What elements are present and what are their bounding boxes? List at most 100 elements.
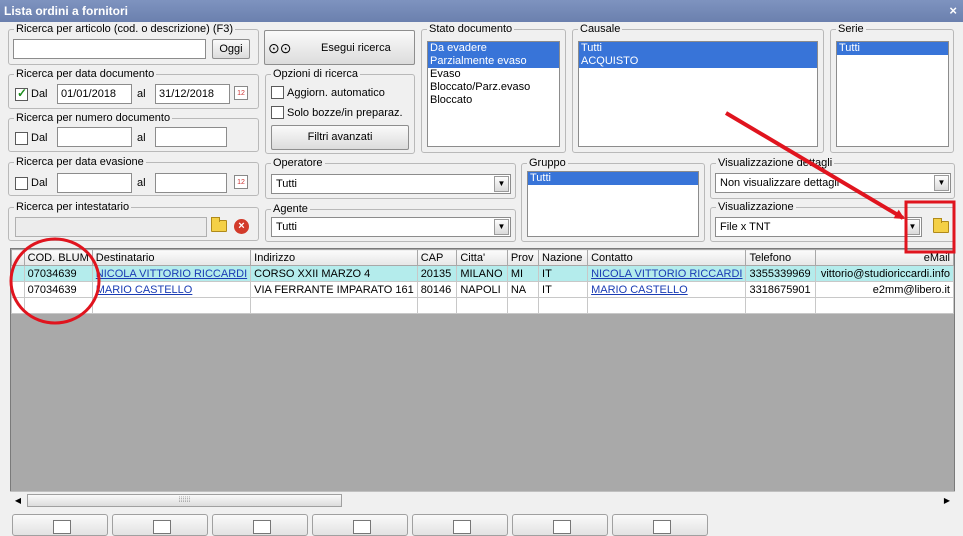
today-button[interactable]: Oggi <box>212 39 250 59</box>
search-evasion-from-label: Dal <box>31 177 48 189</box>
close-icon[interactable]: × <box>949 0 957 22</box>
cell[interactable]: 3355339969 <box>745 265 817 282</box>
chevron-down-icon[interactable]: ▼ <box>494 219 509 235</box>
scroll-left-icon[interactable]: ◀ <box>10 493 26 508</box>
table-row[interactable]: 07034639 MARIO CASTELLO VIA FERRANTE IMP… <box>11 281 954 298</box>
auto-update-checkbox[interactable] <box>271 86 284 99</box>
cell[interactable]: MI <box>506 265 540 282</box>
col-header[interactable]: Prov <box>506 249 540 266</box>
cell[interactable]: NAPOLI <box>456 281 508 298</box>
detail-view-select[interactable]: Non visualizzare dettagli ▼ <box>715 173 951 193</box>
execute-search-label: Esegui ricerca <box>321 42 391 54</box>
cell-link[interactable]: NICOLA VITTORIO RICCARDI <box>91 265 252 282</box>
document-status-list[interactable]: Da evadere Parzialmente evaso Evaso Bloc… <box>427 41 560 147</box>
group-group: Gruppo Tutti <box>521 157 705 242</box>
status-item[interactable]: Bloccato/Parz.evaso <box>428 81 559 94</box>
calendar-icon[interactable]: 12 <box>234 86 248 100</box>
row-selector[interactable] <box>11 297 25 314</box>
view-select[interactable]: File x TNT ▼ <box>715 217 922 237</box>
causale-label: Causale <box>578 23 623 36</box>
search-evasion-checkbox[interactable] <box>15 177 28 190</box>
col-header[interactable]: Indirizzo <box>250 249 418 266</box>
causale-item[interactable]: Tutti <box>579 42 817 55</box>
horizontal-scrollbar[interactable]: ◀ ⁞⁞⁞⁞⁞⁞ ▶ <box>10 491 955 508</box>
toolbar-button[interactable] <box>612 514 708 536</box>
status-item[interactable]: Evaso <box>428 68 559 81</box>
execute-search-button[interactable]: ⊙⊙ Esegui ricerca <box>264 30 415 65</box>
table-header: COD. BLUM Destinatario Indirizzo CAP Cit… <box>11 249 954 266</box>
row-selector[interactable] <box>11 265 25 282</box>
toolbar-button[interactable] <box>412 514 508 536</box>
search-article-input[interactable] <box>13 39 206 59</box>
agent-select[interactable]: Tutti ▼ <box>271 217 511 237</box>
search-number-from-input[interactable] <box>57 127 132 147</box>
search-number-to-input[interactable] <box>155 127 227 147</box>
chevron-down-icon[interactable]: ▼ <box>905 219 920 235</box>
drafts-only-label: Solo bozze/in preparaz. <box>287 107 403 119</box>
toolbar-button[interactable] <box>12 514 108 536</box>
folder-icon[interactable] <box>933 218 949 233</box>
status-item[interactable]: Parzialmente evaso <box>428 55 559 68</box>
cell[interactable]: vittorio@studioriccardi.info <box>815 265 954 282</box>
col-header[interactable]: eMail <box>815 249 954 266</box>
operator-select[interactable]: Tutti ▼ <box>271 174 511 194</box>
folder-icon[interactable] <box>211 217 227 232</box>
auto-update-label: Aggiorn. automatico <box>287 87 385 99</box>
status-item[interactable]: Da evadere <box>428 42 559 55</box>
toolbar-button[interactable] <box>212 514 308 536</box>
serie-item[interactable]: Tutti <box>837 42 948 55</box>
col-header[interactable]: Nazione <box>538 249 589 266</box>
cell[interactable]: CORSO XXII MARZO 4 <box>250 265 418 282</box>
cell[interactable]: VIA FERRANTE IMPARATO 161 <box>250 281 418 298</box>
group-list[interactable]: Tutti <box>527 171 699 237</box>
col-header[interactable]: Telefono <box>745 249 817 266</box>
cell[interactable]: 80146 <box>416 281 458 298</box>
col-header[interactable]: Citta' <box>456 249 508 266</box>
serie-list[interactable]: Tutti <box>836 41 949 147</box>
search-date-to-input[interactable]: 31/12/2018 <box>155 84 230 104</box>
search-number-from-label: Dal <box>31 132 48 144</box>
col-header[interactable]: COD. BLUM <box>23 249 93 266</box>
calendar-icon[interactable]: 12 <box>234 175 248 189</box>
cell[interactable]: IT <box>538 265 589 282</box>
search-holder-input[interactable] <box>15 217 207 237</box>
cell[interactable]: e2mm@libero.it <box>815 281 954 298</box>
advanced-filters-button[interactable]: Filtri avanzati <box>271 125 409 150</box>
cell[interactable]: MILANO <box>456 265 508 282</box>
cell[interactable]: 07034639 <box>23 281 93 298</box>
cell[interactable]: NA <box>506 281 540 298</box>
group-item[interactable]: Tutti <box>528 172 698 185</box>
search-evasion-from-input[interactable] <box>57 173 132 193</box>
status-item[interactable]: Bloccato <box>428 94 559 107</box>
toolbar-button[interactable] <box>512 514 608 536</box>
chevron-down-icon[interactable]: ▼ <box>494 176 509 192</box>
search-date-checkbox[interactable] <box>15 86 28 101</box>
agent-value: Tutti <box>276 221 297 233</box>
scroll-thumb[interactable]: ⁞⁞⁞⁞⁞⁞ <box>27 494 342 507</box>
causale-list[interactable]: Tutti ACQUISTO <box>578 41 818 147</box>
scroll-right-icon[interactable]: ▶ <box>939 493 955 508</box>
col-header[interactable]: Destinatario <box>91 249 252 266</box>
table-row-empty[interactable] <box>11 297 954 314</box>
row-selector[interactable] <box>11 281 25 298</box>
col-header[interactable]: CAP <box>416 249 458 266</box>
cell[interactable]: 3318675901 <box>745 281 817 298</box>
cell[interactable]: 20135 <box>416 265 458 282</box>
cell-link[interactable]: MARIO CASTELLO <box>587 281 747 298</box>
cell[interactable]: 07034639 <box>23 265 93 282</box>
toolbar-button[interactable] <box>312 514 408 536</box>
col-header[interactable]: Contatto <box>587 249 747 266</box>
clear-icon[interactable]: × <box>234 219 249 234</box>
toolbar-button[interactable] <box>112 514 208 536</box>
search-evasion-label: Ricerca per data evasione <box>14 156 146 169</box>
table-row[interactable]: 07034639 NICOLA VITTORIO RICCARDI CORSO … <box>11 265 954 282</box>
search-evasion-to-input[interactable] <box>155 173 227 193</box>
cell-link[interactable]: MARIO CASTELLO <box>91 281 252 298</box>
chevron-down-icon[interactable]: ▼ <box>934 175 949 191</box>
cell-link[interactable]: NICOLA VITTORIO RICCARDI <box>587 265 747 282</box>
search-date-from-input[interactable]: 01/01/2018 <box>57 84 132 104</box>
drafts-only-checkbox[interactable] <box>271 106 284 119</box>
search-number-checkbox[interactable] <box>15 132 28 145</box>
causale-item[interactable]: ACQUISTO <box>579 55 817 68</box>
cell[interactable]: IT <box>538 281 589 298</box>
